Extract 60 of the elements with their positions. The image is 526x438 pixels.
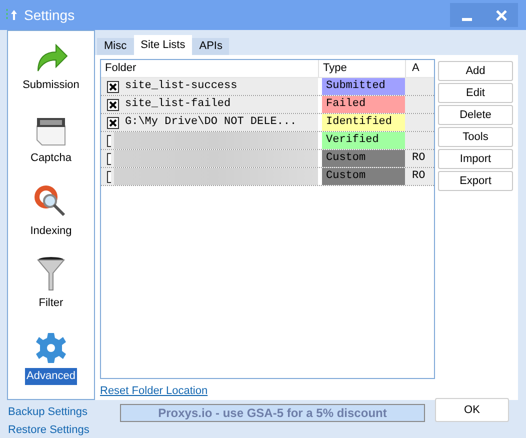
table-cell [405,114,434,131]
gear-icon [35,332,67,364]
sidebar-label: Filter [38,296,64,312]
column-header[interactable]: A [405,60,434,77]
checkbox[interactable] [107,116,119,128]
sidebar-item[interactable]: Submission [8,35,94,108]
type-cell: Custom [322,168,405,185]
sidebar-item[interactable]: Captcha [8,108,94,181]
captcha-icon [34,116,68,146]
app-icon [6,8,18,22]
settings-link[interactable]: Restore Settings [8,421,112,438]
settings-link[interactable]: Backup Settings [8,403,112,421]
tab[interactable]: APIs [192,38,230,55]
checkbox[interactable] [107,80,119,92]
type-cell: Failed [322,96,405,113]
checkbox[interactable] [107,152,111,164]
type-cell: Identified [322,114,405,131]
lifebuoy-magnifier-icon [34,184,68,219]
table-cell[interactable]: site_list-success [101,78,318,95]
action-button[interactable]: Edit [438,83,513,103]
column-header[interactable]: Type [318,60,405,77]
type-cell: Custom [322,150,405,167]
table-cell: RO [405,168,434,185]
checkbox[interactable] [107,98,119,110]
action-button[interactable]: Tools [438,127,513,147]
folder-path: site_list-success [125,79,238,94]
tab[interactable]: Site Lists [134,35,192,55]
action-button[interactable]: Import [438,149,513,169]
cross-mark-icon [109,82,117,90]
ok-button[interactable]: OK [435,398,509,422]
minimize-icon [462,18,472,21]
checkbox[interactable] [107,134,111,146]
table-cell[interactable]: G:\My Drive\DO NOT DELE... [101,114,318,131]
sidebar-item[interactable]: Advanced [8,326,94,399]
table-cell[interactable]: site_list-failed [101,96,318,113]
folder-path: site_list-failed [125,97,231,112]
type-cell: Submitted [322,78,405,95]
funnel-icon [36,255,66,292]
folder-path: G:\My Drive\DO NOT DELE... [125,115,297,130]
sidebar-item[interactable]: Filter [8,253,94,326]
table-cell [405,96,434,113]
checkbox[interactable] [107,170,111,182]
column-header[interactable]: Folder [101,60,318,77]
close-icon [496,10,506,20]
reset-folder-link[interactable]: Reset Folder Location [100,383,208,400]
type-cell: Verified [322,132,405,149]
sidebar-label: Captcha [30,150,72,166]
action-button[interactable]: Export [438,171,513,191]
table-cell [405,132,434,149]
cross-mark-icon [109,118,117,126]
action-button[interactable]: Add [438,61,513,81]
sidebar-label: Indexing [29,224,73,239]
sidebar-label: Submission [22,78,80,93]
tab[interactable]: Misc [97,38,134,55]
sidebar-label: Advanced [24,368,78,385]
table-cell: RO [405,150,434,167]
window-title: Settings [24,6,75,25]
action-button[interactable]: Delete [438,105,513,125]
cross-mark-icon [109,100,117,108]
sidebar-item[interactable]: Indexing [8,180,94,254]
